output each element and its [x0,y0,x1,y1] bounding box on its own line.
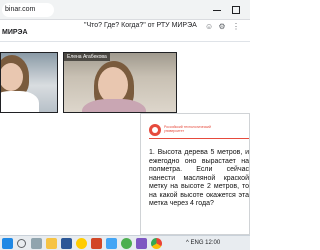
yandex-browser-icon[interactable] [76,238,87,249]
word-icon[interactable] [61,238,72,249]
participant-face [1,63,23,91]
windows-start-icon[interactable] [2,238,13,249]
question-text: 1. Высота дерева 5 метров, и ежегодно он… [149,149,249,207]
organization-name: МИРЭА [2,29,28,36]
address-bar[interactable]: binar.com [2,3,54,17]
presentation-slide: Российский технологический университет 1… [140,113,250,235]
mail-icon[interactable] [106,238,117,249]
participant-shirt [1,91,39,112]
user-icon[interactable]: ☺ [205,23,213,31]
taskbar: ^ ENG 12:00 [0,235,250,250]
system-tray[interactable]: ^ ENG 12:00 [186,238,220,249]
participant-name-label: Елена Агабекова [64,53,110,61]
university-logo-icon [149,124,161,136]
powerpoint-icon[interactable] [91,238,102,249]
participant-video-2[interactable]: Елена Агабекова [63,52,177,113]
search-icon[interactable] [17,239,26,248]
file-explorer-icon[interactable] [46,238,57,249]
participant-face [98,67,128,103]
brand-text: Российский технологический университет [164,125,211,133]
participant-shirt [82,99,146,112]
maximize-icon[interactable] [232,6,240,14]
university-brand: Российский технологический университет [149,124,249,139]
participant-video-1[interactable] [0,52,58,113]
store-icon[interactable] [136,238,147,249]
webinar-header: "Что? Где? Когда?" от РТУ МИРЭА ☺ ⚙ ⋮ [0,20,250,42]
chrome-icon[interactable] [151,238,162,249]
divider [149,138,249,139]
minimize-icon[interactable] [212,5,222,15]
settings-icon[interactable]: ⚙ [218,23,226,31]
browser-toolbar: binar.com [0,0,250,20]
task-view-icon[interactable] [31,238,42,249]
browser-icon[interactable] [121,238,132,249]
event-title: "Что? Где? Когда?" от РТУ МИРЭА [84,22,197,29]
more-icon[interactable]: ⋮ [232,23,240,31]
